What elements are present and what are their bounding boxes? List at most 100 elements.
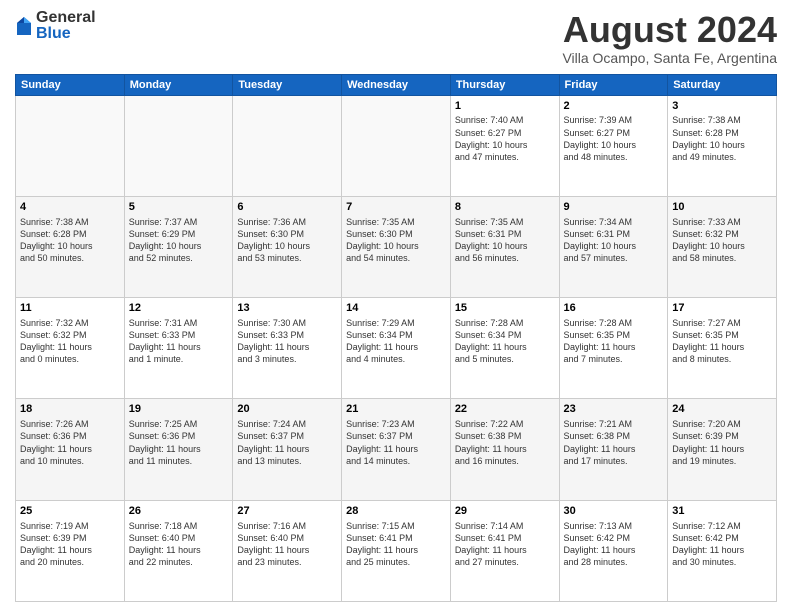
day-number: 6 <box>237 200 337 215</box>
day-detail: Sunrise: 7:21 AM Sunset: 6:38 PM Dayligh… <box>564 418 664 467</box>
day-detail: Sunrise: 7:22 AM Sunset: 6:38 PM Dayligh… <box>455 418 555 467</box>
table-row: 18Sunrise: 7:26 AM Sunset: 6:36 PM Dayli… <box>16 399 125 500</box>
title-block: August 2024 Villa Ocampo, Santa Fe, Arge… <box>562 10 777 66</box>
table-row: 31Sunrise: 7:12 AM Sunset: 6:42 PM Dayli… <box>668 500 777 601</box>
table-row <box>16 95 125 196</box>
day-number: 11 <box>20 301 120 316</box>
table-row: 8Sunrise: 7:35 AM Sunset: 6:31 PM Daylig… <box>450 196 559 297</box>
col-friday: Friday <box>559 74 668 95</box>
day-number: 3 <box>672 99 772 114</box>
day-detail: Sunrise: 7:34 AM Sunset: 6:31 PM Dayligh… <box>564 216 664 265</box>
logo-blue-text: Blue <box>36 26 96 42</box>
day-detail: Sunrise: 7:29 AM Sunset: 6:34 PM Dayligh… <box>346 317 446 366</box>
table-row: 19Sunrise: 7:25 AM Sunset: 6:36 PM Dayli… <box>124 399 233 500</box>
day-number: 9 <box>564 200 664 215</box>
logo: General Blue <box>15 10 96 42</box>
day-number: 1 <box>455 99 555 114</box>
day-detail: Sunrise: 7:35 AM Sunset: 6:31 PM Dayligh… <box>455 216 555 265</box>
day-number: 27 <box>237 504 337 519</box>
day-detail: Sunrise: 7:38 AM Sunset: 6:28 PM Dayligh… <box>672 114 772 163</box>
day-number: 4 <box>20 200 120 215</box>
day-detail: Sunrise: 7:13 AM Sunset: 6:42 PM Dayligh… <box>564 520 664 569</box>
table-row: 1Sunrise: 7:40 AM Sunset: 6:27 PM Daylig… <box>450 95 559 196</box>
table-row: 27Sunrise: 7:16 AM Sunset: 6:40 PM Dayli… <box>233 500 342 601</box>
col-wednesday: Wednesday <box>342 74 451 95</box>
page: General Blue August 2024 Villa Ocampo, S… <box>0 0 792 612</box>
col-thursday: Thursday <box>450 74 559 95</box>
table-row: 29Sunrise: 7:14 AM Sunset: 6:41 PM Dayli… <box>450 500 559 601</box>
col-monday: Monday <box>124 74 233 95</box>
day-detail: Sunrise: 7:28 AM Sunset: 6:34 PM Dayligh… <box>455 317 555 366</box>
table-row: 13Sunrise: 7:30 AM Sunset: 6:33 PM Dayli… <box>233 298 342 399</box>
day-detail: Sunrise: 7:38 AM Sunset: 6:28 PM Dayligh… <box>20 216 120 265</box>
table-row: 24Sunrise: 7:20 AM Sunset: 6:39 PM Dayli… <box>668 399 777 500</box>
day-number: 31 <box>672 504 772 519</box>
table-row: 30Sunrise: 7:13 AM Sunset: 6:42 PM Dayli… <box>559 500 668 601</box>
table-row <box>233 95 342 196</box>
day-number: 25 <box>20 504 120 519</box>
day-number: 21 <box>346 402 446 417</box>
table-row: 22Sunrise: 7:22 AM Sunset: 6:38 PM Dayli… <box>450 399 559 500</box>
calendar-week-row: 18Sunrise: 7:26 AM Sunset: 6:36 PM Dayli… <box>16 399 777 500</box>
day-detail: Sunrise: 7:36 AM Sunset: 6:30 PM Dayligh… <box>237 216 337 265</box>
table-row <box>342 95 451 196</box>
logo-icon <box>15 15 33 37</box>
logo-general-text: General <box>36 10 96 26</box>
day-number: 7 <box>346 200 446 215</box>
calendar-week-row: 11Sunrise: 7:32 AM Sunset: 6:32 PM Dayli… <box>16 298 777 399</box>
calendar-week-row: 25Sunrise: 7:19 AM Sunset: 6:39 PM Dayli… <box>16 500 777 601</box>
day-detail: Sunrise: 7:40 AM Sunset: 6:27 PM Dayligh… <box>455 114 555 163</box>
month-year-title: August 2024 <box>562 10 777 50</box>
day-detail: Sunrise: 7:16 AM Sunset: 6:40 PM Dayligh… <box>237 520 337 569</box>
day-detail: Sunrise: 7:15 AM Sunset: 6:41 PM Dayligh… <box>346 520 446 569</box>
day-number: 16 <box>564 301 664 316</box>
table-row: 4Sunrise: 7:38 AM Sunset: 6:28 PM Daylig… <box>16 196 125 297</box>
table-row: 28Sunrise: 7:15 AM Sunset: 6:41 PM Dayli… <box>342 500 451 601</box>
day-number: 30 <box>564 504 664 519</box>
day-number: 23 <box>564 402 664 417</box>
table-row <box>124 95 233 196</box>
day-detail: Sunrise: 7:18 AM Sunset: 6:40 PM Dayligh… <box>129 520 229 569</box>
col-tuesday: Tuesday <box>233 74 342 95</box>
calendar-table: Sunday Monday Tuesday Wednesday Thursday… <box>15 74 777 602</box>
day-number: 20 <box>237 402 337 417</box>
table-row: 5Sunrise: 7:37 AM Sunset: 6:29 PM Daylig… <box>124 196 233 297</box>
day-detail: Sunrise: 7:37 AM Sunset: 6:29 PM Dayligh… <box>129 216 229 265</box>
header: General Blue August 2024 Villa Ocampo, S… <box>15 10 777 66</box>
day-detail: Sunrise: 7:35 AM Sunset: 6:30 PM Dayligh… <box>346 216 446 265</box>
table-row: 14Sunrise: 7:29 AM Sunset: 6:34 PM Dayli… <box>342 298 451 399</box>
day-detail: Sunrise: 7:32 AM Sunset: 6:32 PM Dayligh… <box>20 317 120 366</box>
day-number: 2 <box>564 99 664 114</box>
day-number: 28 <box>346 504 446 519</box>
table-row: 9Sunrise: 7:34 AM Sunset: 6:31 PM Daylig… <box>559 196 668 297</box>
day-number: 26 <box>129 504 229 519</box>
day-detail: Sunrise: 7:19 AM Sunset: 6:39 PM Dayligh… <box>20 520 120 569</box>
day-detail: Sunrise: 7:31 AM Sunset: 6:33 PM Dayligh… <box>129 317 229 366</box>
table-row: 10Sunrise: 7:33 AM Sunset: 6:32 PM Dayli… <box>668 196 777 297</box>
day-number: 13 <box>237 301 337 316</box>
table-row: 11Sunrise: 7:32 AM Sunset: 6:32 PM Dayli… <box>16 298 125 399</box>
day-detail: Sunrise: 7:24 AM Sunset: 6:37 PM Dayligh… <box>237 418 337 467</box>
day-number: 29 <box>455 504 555 519</box>
day-detail: Sunrise: 7:20 AM Sunset: 6:39 PM Dayligh… <box>672 418 772 467</box>
table-row: 20Sunrise: 7:24 AM Sunset: 6:37 PM Dayli… <box>233 399 342 500</box>
day-detail: Sunrise: 7:26 AM Sunset: 6:36 PM Dayligh… <box>20 418 120 467</box>
table-row: 25Sunrise: 7:19 AM Sunset: 6:39 PM Dayli… <box>16 500 125 601</box>
day-detail: Sunrise: 7:39 AM Sunset: 6:27 PM Dayligh… <box>564 114 664 163</box>
day-detail: Sunrise: 7:28 AM Sunset: 6:35 PM Dayligh… <box>564 317 664 366</box>
day-number: 8 <box>455 200 555 215</box>
calendar-header-row: Sunday Monday Tuesday Wednesday Thursday… <box>16 74 777 95</box>
day-detail: Sunrise: 7:12 AM Sunset: 6:42 PM Dayligh… <box>672 520 772 569</box>
day-detail: Sunrise: 7:14 AM Sunset: 6:41 PM Dayligh… <box>455 520 555 569</box>
day-number: 12 <box>129 301 229 316</box>
day-detail: Sunrise: 7:33 AM Sunset: 6:32 PM Dayligh… <box>672 216 772 265</box>
day-detail: Sunrise: 7:30 AM Sunset: 6:33 PM Dayligh… <box>237 317 337 366</box>
day-detail: Sunrise: 7:27 AM Sunset: 6:35 PM Dayligh… <box>672 317 772 366</box>
col-saturday: Saturday <box>668 74 777 95</box>
table-row: 2Sunrise: 7:39 AM Sunset: 6:27 PM Daylig… <box>559 95 668 196</box>
logo-text: General Blue <box>36 10 96 42</box>
day-number: 22 <box>455 402 555 417</box>
table-row: 16Sunrise: 7:28 AM Sunset: 6:35 PM Dayli… <box>559 298 668 399</box>
table-row: 3Sunrise: 7:38 AM Sunset: 6:28 PM Daylig… <box>668 95 777 196</box>
table-row: 26Sunrise: 7:18 AM Sunset: 6:40 PM Dayli… <box>124 500 233 601</box>
